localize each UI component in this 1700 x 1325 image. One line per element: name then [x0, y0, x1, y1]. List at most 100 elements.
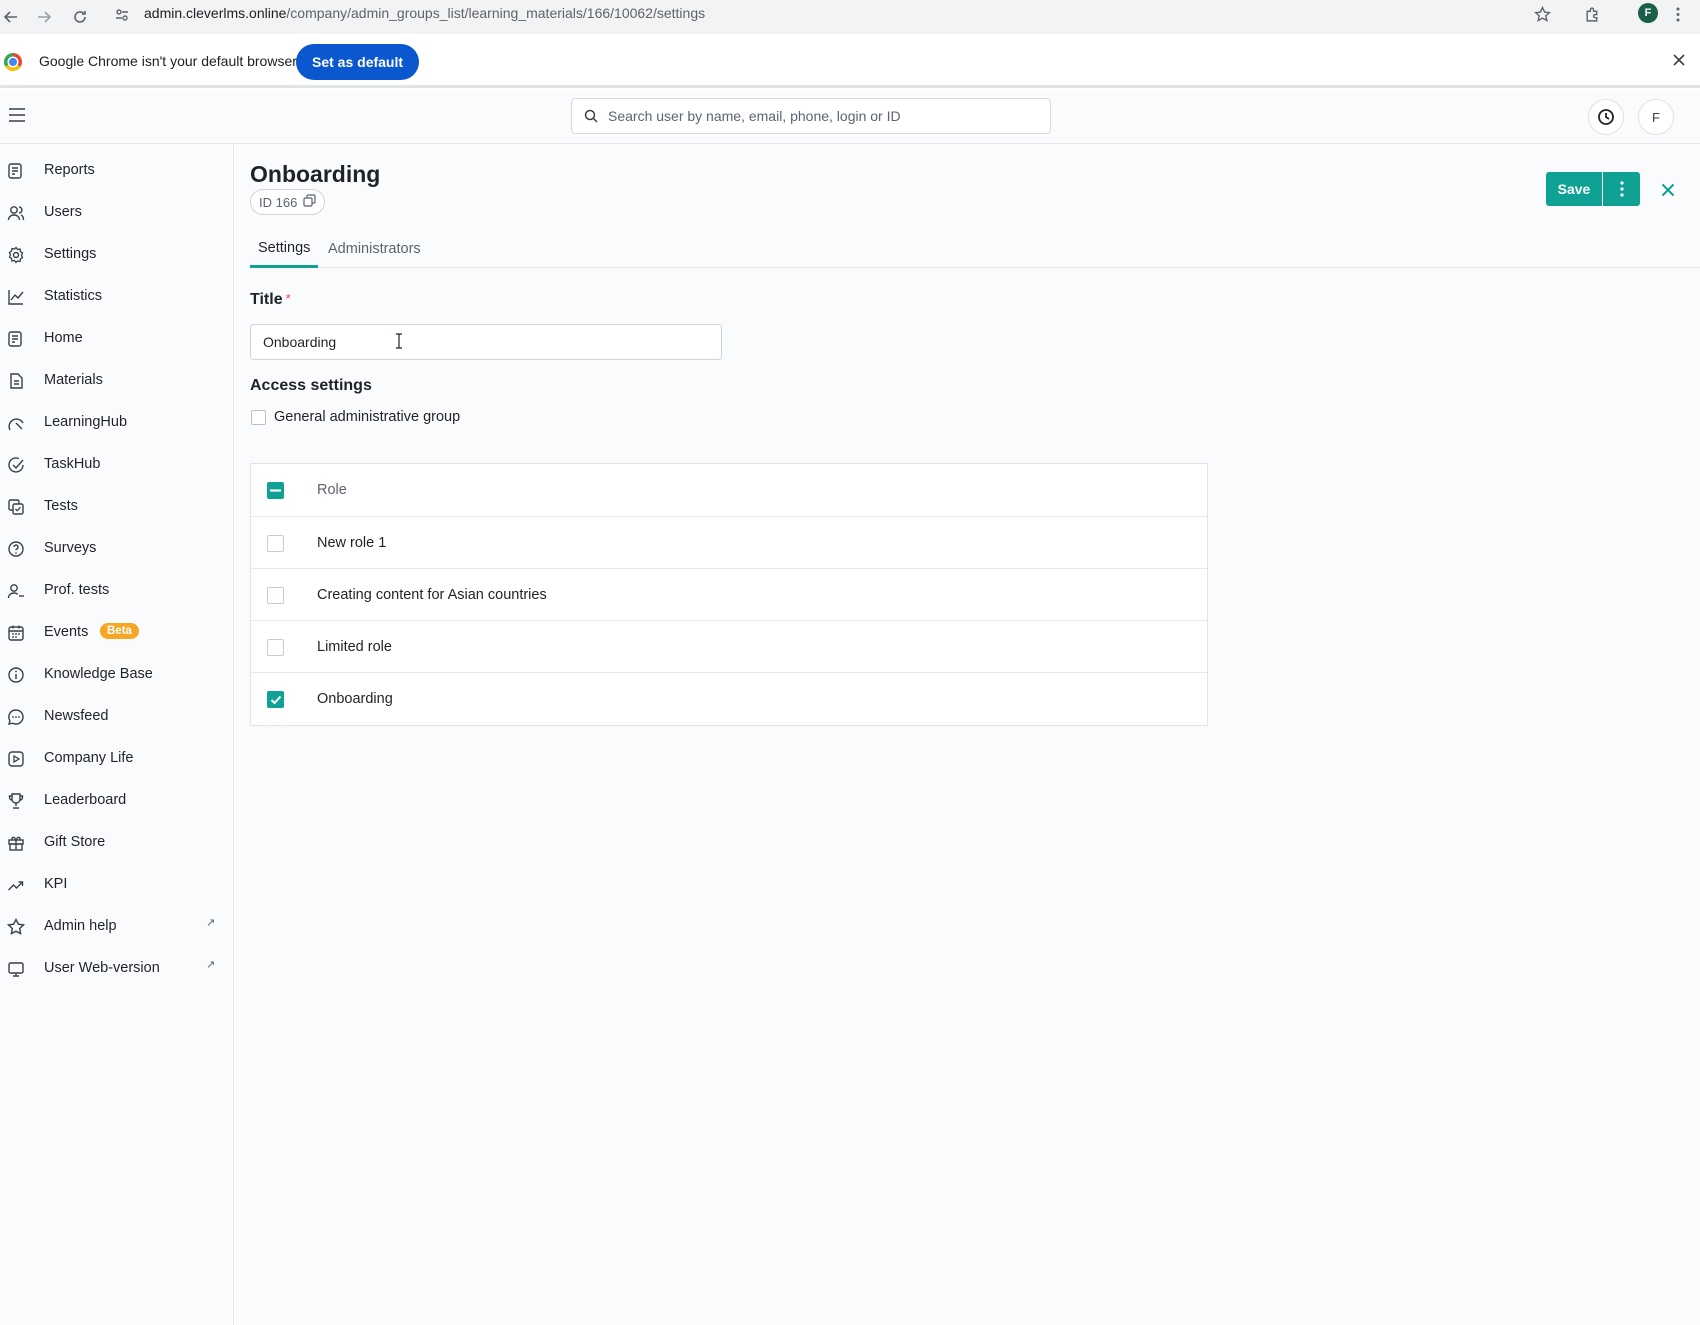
user-search[interactable]: [571, 98, 1051, 134]
sidebar-item-user-web-version[interactable]: User Web-version ↗: [0, 948, 232, 988]
sidebar-item-label: Leaderboard: [44, 792, 127, 808]
taskhub-icon: [6, 455, 26, 475]
copy-icon[interactable]: [303, 194, 316, 210]
role-checkbox[interactable]: [267, 639, 284, 656]
set-as-default-button[interactable]: Set as default: [296, 44, 420, 80]
url-path: /company/admin_groups_list/learning_mate…: [286, 5, 706, 21]
learninghub-icon: [6, 413, 26, 433]
table-header-row: Role: [251, 464, 1207, 517]
role-checkbox[interactable]: [267, 535, 284, 552]
sidebar-item-settings[interactable]: Settings: [0, 234, 232, 274]
sidebar-item-users[interactable]: Users: [0, 192, 232, 232]
role-name: Creating content for Asian countries: [317, 587, 547, 603]
back-icon[interactable]: [0, 6, 22, 28]
tab-administrators[interactable]: Administrators: [320, 230, 429, 268]
user-avatar[interactable]: F: [1638, 99, 1674, 135]
sidebar-item-company-life[interactable]: Company Life: [0, 738, 232, 778]
sidebar-item-taskhub[interactable]: TaskHub: [0, 444, 232, 484]
title-input[interactable]: [250, 324, 722, 360]
app-header: F: [0, 91, 1700, 144]
sidebar-item-label: Company Life: [44, 750, 134, 766]
kpi-icon: [6, 875, 26, 895]
sidebar-item-prof-tests[interactable]: Prof. tests: [0, 570, 232, 610]
bookmark-star-icon[interactable]: [1533, 5, 1552, 26]
table-row[interactable]: Creating content for Asian countries: [251, 569, 1207, 621]
sidebar-item-gift-store[interactable]: Gift Store: [0, 822, 232, 862]
role-checkbox-checked[interactable]: [267, 691, 284, 708]
sidebar-item-surveys[interactable]: Surveys: [0, 528, 232, 568]
select-all-checkbox[interactable]: [267, 482, 284, 499]
address-bar[interactable]: admin.cleverlms.online/company/admin_gro…: [144, 4, 705, 22]
sidebar-item-statistics[interactable]: Statistics: [0, 276, 232, 316]
table-row[interactable]: Onboarding: [251, 673, 1207, 725]
beta-badge: Beta: [100, 623, 139, 639]
sidebar-item-tests[interactable]: Tests: [0, 486, 232, 526]
role-checkbox[interactable]: [267, 587, 284, 604]
title-label-text: Title: [250, 291, 283, 308]
table-row[interactable]: Limited role: [251, 621, 1207, 673]
newsfeed-icon: [6, 707, 26, 727]
main-content: Onboarding ID 166 Save Settings Administ…: [235, 144, 1700, 1325]
checkmark-icon: [270, 695, 281, 704]
extensions-icon[interactable]: [1584, 6, 1601, 26]
tab-settings[interactable]: Settings: [250, 230, 319, 268]
surveys-icon: [6, 539, 26, 559]
sidebar-item-kpi[interactable]: KPI: [0, 864, 232, 904]
sidebar-item-label: Admin help: [44, 918, 117, 934]
sidebar-item-learninghub[interactable]: LearningHub: [0, 402, 232, 442]
id-chip[interactable]: ID 166: [250, 189, 326, 215]
id-label: ID 166: [259, 194, 298, 210]
table-row[interactable]: New role 1: [251, 517, 1207, 569]
chrome-menu-icon[interactable]: [1675, 6, 1681, 26]
site-info-icon[interactable]: [114, 7, 130, 26]
role-name: Onboarding: [317, 691, 393, 707]
reports-icon: [6, 161, 26, 181]
sidebar-item-home[interactable]: Home: [0, 318, 232, 358]
sidebar-item-knowledge-base[interactable]: Knowledge Base: [0, 654, 232, 694]
sidebar-item-leaderboard[interactable]: Leaderboard: [0, 780, 232, 820]
search-input[interactable]: [608, 108, 1028, 124]
tests-icon: [6, 497, 26, 517]
sidebar-item-label: Tests: [44, 498, 78, 514]
sidebar-item-label: Home: [44, 330, 83, 346]
statistics-icon: [6, 287, 26, 307]
close-icon[interactable]: [1656, 178, 1680, 202]
general-group-label[interactable]: General administrative group: [274, 409, 460, 425]
sidebar-item-label: Settings: [44, 246, 97, 262]
url-host: admin.cleverlms.online: [144, 5, 287, 21]
forward-icon[interactable]: [33, 6, 55, 28]
menu-icon[interactable]: [8, 108, 26, 125]
sidebar-item-label: Users: [44, 204, 82, 220]
close-icon[interactable]: [1672, 53, 1686, 70]
trophy-icon: [6, 791, 26, 811]
sidebar-item-label: Statistics: [44, 288, 103, 304]
users-icon: [6, 203, 26, 223]
default-browser-infobar: Google Chrome isn't your default browser…: [0, 34, 1700, 88]
chrome-logo-icon: [4, 53, 22, 71]
sidebar-item-label: Newsfeed: [44, 708, 109, 724]
role-name: Limited role: [317, 639, 392, 655]
default-browser-message: Google Chrome isn't your default browser: [39, 53, 297, 69]
sidebar-item-materials[interactable]: Materials: [0, 360, 232, 400]
general-group-checkbox[interactable]: [251, 410, 266, 425]
reload-icon[interactable]: [69, 6, 91, 28]
page-title: Onboarding: [250, 161, 381, 187]
sidebar-item-events[interactable]: Events Beta: [0, 612, 232, 652]
role-name: New role 1: [317, 535, 387, 551]
external-link-icon: ↗: [206, 959, 216, 971]
sidebar-item-label: Reports: [44, 162, 95, 178]
sidebar-item-admin-help[interactable]: Admin help ↗: [0, 906, 232, 946]
profile-avatar[interactable]: F: [1638, 3, 1658, 23]
sidebar: Reports Users Settings Statistics Home M…: [0, 144, 234, 1325]
sidebar-item-label: TaskHub: [44, 456, 101, 472]
sidebar-item-reports[interactable]: Reports: [0, 150, 232, 190]
more-actions-button[interactable]: [1603, 172, 1640, 206]
browser-toolbar: admin.cleverlms.online/company/admin_gro…: [0, 0, 1700, 34]
title-field-label: Title *: [250, 291, 291, 309]
prof-tests-icon: [6, 581, 26, 601]
save-button[interactable]: Save: [1546, 172, 1602, 206]
sidebar-item-newsfeed[interactable]: Newsfeed: [0, 696, 232, 736]
history-button[interactable]: [1588, 99, 1624, 135]
text-cursor-icon: [395, 333, 403, 352]
sidebar-item-label: KPI: [44, 876, 68, 892]
